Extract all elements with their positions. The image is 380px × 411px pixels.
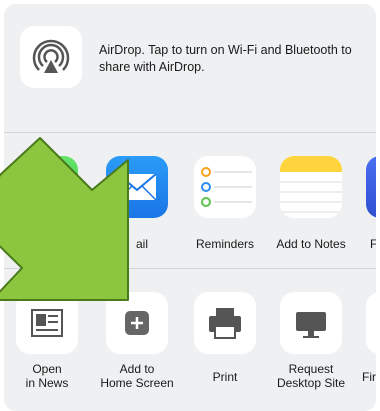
label-line: Add to (119, 362, 155, 376)
action-label-partial: Fir (362, 370, 376, 384)
action-label-add-home: Add to Home Screen (96, 362, 178, 390)
partial-action-icon[interactable] (366, 292, 376, 354)
app-label-partial: F (370, 237, 376, 251)
add-icon (125, 311, 149, 335)
action-label-desktop: Request Desktop Site (270, 362, 352, 390)
label-line: Desktop Site (276, 376, 346, 390)
print-button[interactable] (194, 292, 256, 354)
airdrop-icon[interactable] (20, 26, 82, 88)
label-line: in News (25, 376, 69, 390)
share-sheet: AirDrop. Tap to turn on Wi-Fi and Blueto… (4, 4, 376, 411)
label-line: Open (32, 362, 62, 376)
news-icon[interactable] (16, 292, 78, 354)
app-label-mail: ail (136, 237, 149, 251)
notes-icon[interactable] (280, 156, 342, 218)
app-label-notes: Add to Notes (276, 237, 346, 251)
airdrop-description: AirDrop. Tap to turn on Wi-Fi and Blueto… (99, 42, 361, 76)
action-label-print: Print (212, 370, 238, 384)
desktop-icon (296, 312, 326, 338)
airdrop-title: AirDrop (99, 43, 142, 57)
add-to-home-screen-button[interactable] (106, 292, 168, 354)
divider (4, 132, 376, 133)
action-label-news: Open in News (12, 362, 82, 390)
label-line: Home Screen (100, 376, 174, 390)
divider (4, 268, 376, 269)
reminders-icon[interactable] (194, 156, 256, 218)
request-desktop-site-button[interactable] (280, 292, 342, 354)
app-label-reminders: Reminders (195, 237, 255, 251)
label-line: Request (288, 362, 334, 376)
app-label-messages: Mes (24, 237, 47, 251)
airdrop-row[interactable]: AirDrop. Tap to turn on Wi-Fi and Blueto… (4, 4, 376, 132)
printer-icon (209, 308, 241, 339)
messages-icon[interactable] (16, 156, 78, 218)
partial-app-icon[interactable] (366, 156, 376, 218)
mail-icon[interactable] (106, 156, 168, 218)
